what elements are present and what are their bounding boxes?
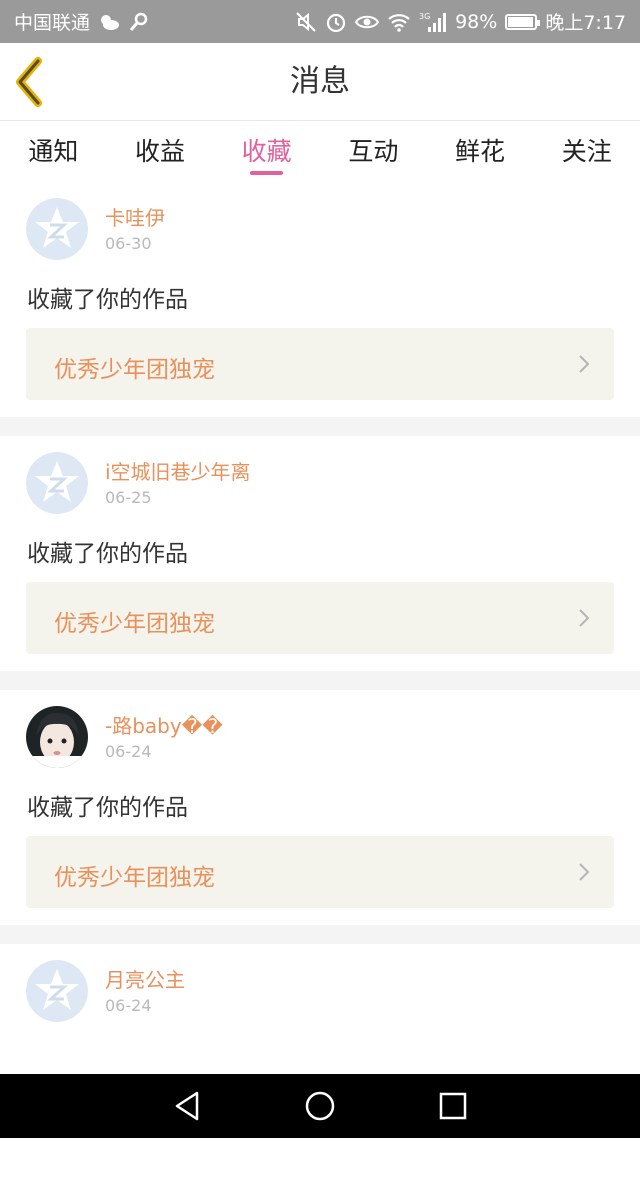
page-title: 消息: [290, 64, 350, 99]
key-icon: [128, 12, 148, 32]
message-list: 卡哇伊 06-30 收藏了你的作品 优秀少年团独宠 i空城旧巷少年离 06-25…: [0, 182, 640, 1179]
recents-square-icon[interactable]: [433, 1086, 473, 1126]
username[interactable]: 月亮公主: [105, 964, 185, 993]
avatar[interactable]: [26, 706, 88, 768]
tab-notifications[interactable]: 通知: [0, 122, 107, 182]
divider: [0, 925, 640, 944]
list-item: 月亮公主 06-24: [0, 944, 640, 1179]
home-circle-icon[interactable]: [300, 1086, 340, 1126]
message-date: 06-24: [105, 742, 152, 761]
work-title: 优秀少年团独宠: [54, 865, 215, 891]
message-text: 收藏了你的作品: [27, 541, 188, 567]
divider: [0, 671, 640, 690]
message-date: 06-25: [105, 488, 152, 507]
tab-favorites[interactable]: 收藏: [213, 122, 320, 182]
mute-icon: [295, 11, 317, 33]
work-title: 优秀少年团独宠: [54, 357, 215, 383]
svg-text:3G: 3G: [419, 12, 430, 21]
avatar[interactable]: [26, 960, 88, 1022]
avatar[interactable]: [26, 198, 88, 260]
tab-bar: 通知 收益 收藏 互动 鲜花 关注: [0, 122, 640, 182]
message-text: 收藏了你的作品: [27, 795, 188, 821]
header: 消息: [0, 43, 640, 121]
avatar[interactable]: [26, 452, 88, 514]
system-nav-bar: [0, 1074, 640, 1138]
tab-interactions[interactable]: 互动: [320, 122, 427, 182]
message-date: 06-24: [105, 996, 152, 1015]
username[interactable]: -路baby��: [105, 710, 223, 739]
divider: [0, 417, 640, 436]
eye-icon: [355, 13, 380, 31]
username[interactable]: 卡哇伊: [105, 202, 165, 231]
chevron-right-icon: [579, 863, 590, 881]
battery-percent: 98%: [455, 10, 498, 33]
carrier-label: 中国联通: [14, 12, 91, 34]
signal-icon: 3G: [419, 11, 447, 33]
chevron-right-icon: [579, 355, 590, 373]
battery-icon: [505, 13, 541, 30]
alarm-icon: [325, 11, 347, 33]
work-link[interactable]: 优秀少年团独宠: [26, 836, 614, 908]
work-link[interactable]: 优秀少年团独宠: [26, 328, 614, 400]
tab-following[interactable]: 关注: [533, 122, 640, 182]
clock: 晚上7:17: [545, 12, 626, 34]
tab-earnings[interactable]: 收益: [107, 122, 214, 182]
status-bar: 中国联通 3G 98% 晚上7:17: [0, 0, 640, 43]
message-date: 06-30: [105, 234, 152, 253]
list-item: i空城旧巷少年离 06-25 收藏了你的作品 优秀少年团独宠: [0, 436, 640, 671]
chevron-right-icon: [579, 609, 590, 627]
list-item: 卡哇伊 06-30 收藏了你的作品 优秀少年团独宠: [0, 182, 640, 417]
message-text: 收藏了你的作品: [27, 287, 188, 313]
work-link[interactable]: 优秀少年团独宠: [26, 582, 614, 654]
list-item: -路baby�� 06-24 收藏了你的作品 优秀少年团独宠: [0, 690, 640, 925]
back-triangle-icon[interactable]: [167, 1086, 207, 1126]
tab-flowers[interactable]: 鲜花: [427, 122, 534, 182]
work-title: 优秀少年团独宠: [54, 611, 215, 637]
weather-icon: [98, 13, 120, 31]
username[interactable]: i空城旧巷少年离: [105, 456, 251, 485]
wifi-icon: [387, 12, 411, 32]
